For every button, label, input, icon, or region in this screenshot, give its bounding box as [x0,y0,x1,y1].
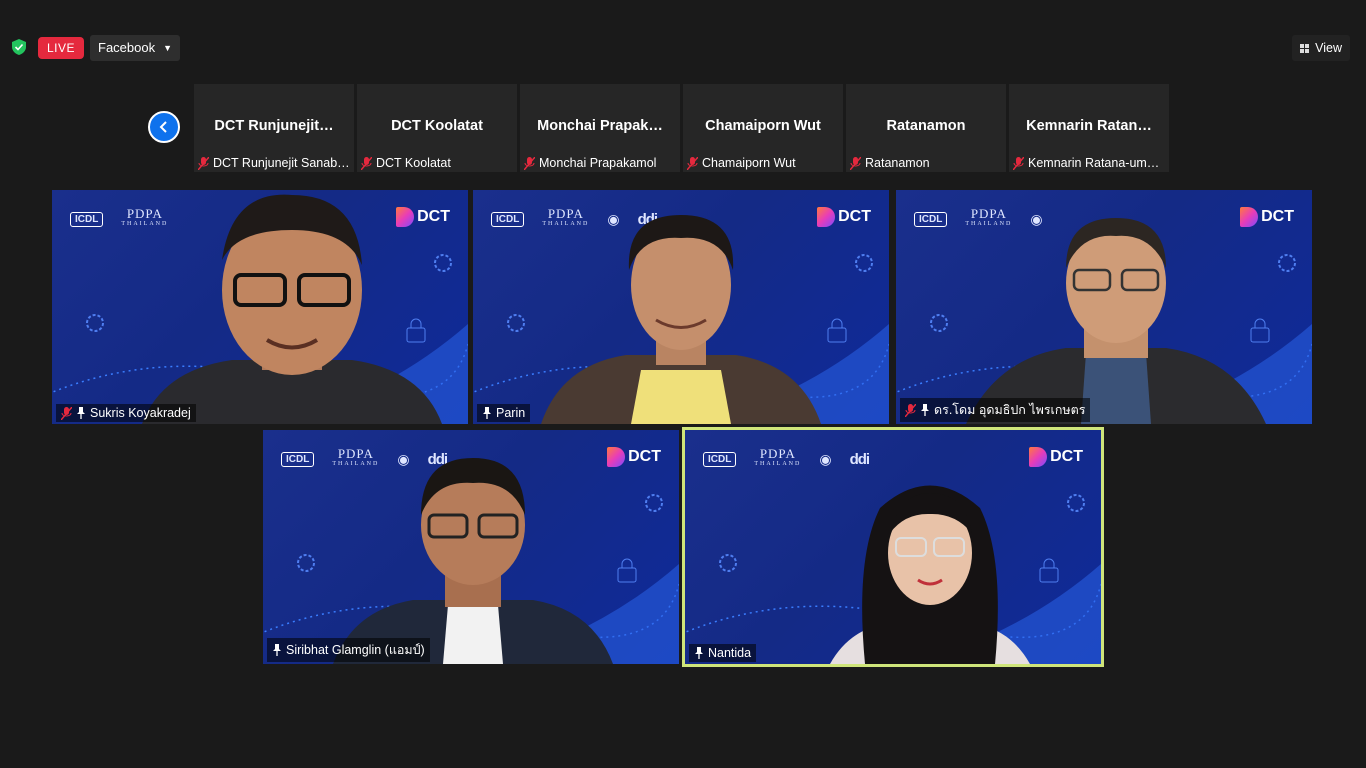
chevron-left-icon [159,121,167,133]
participant-name: ดร.โดม อุดมธิปก ไพรเกษตร [934,403,1086,417]
lock-icon [1039,558,1059,583]
pin-icon [483,407,491,419]
gear-icon [1278,254,1296,272]
participant-name: Chamaiporn Wut [705,118,821,134]
participant-name: Siribhat Glamglin (แอมป์) [286,643,425,657]
participant-thumbnail[interactable]: DCT Runjunejit… DCT Runjunejit Sanab… [194,84,354,172]
mic-muted-icon [905,403,916,417]
mic-muted-icon [198,156,209,170]
participant-name: Monchai Prapak… [537,118,663,134]
participant-footer-name: DCT Koolatat [376,156,451,170]
participant-thumbnail[interactable]: DCT Koolatat DCT Koolatat [357,84,517,172]
meeting-top-bar: LIVE Facebook ▼ View [0,0,1366,80]
icdl-logo: ICDL [703,451,737,467]
mic-muted-icon [687,156,698,170]
mic-muted-icon [524,156,535,170]
wifi-logo-icon: ◉ [819,450,832,467]
participant-name: Sukris Koyakradej [90,406,191,420]
participant-thumbnail[interactable]: Kemnarin Ratan… Kemnarin Ratana-um… [1009,84,1169,172]
participant-footer-name: Chamaiporn Wut [702,156,796,170]
pdpa-logo: PDPA THAILAND [754,446,802,467]
participant-thumbnail[interactable]: Monchai Prapak… Monchai Prapakamol [520,84,680,172]
gear-icon [507,314,525,332]
participant-footer: Chamaiporn Wut [687,156,796,170]
participant-footer: DCT Koolatat [361,156,451,170]
gear-icon [1067,494,1085,512]
participant-footer: Ratanamon [850,156,930,170]
dct-logo: DCT [607,447,661,467]
participant-name: DCT Koolatat [391,118,483,134]
mic-muted-icon [361,156,372,170]
video-tile[interactable]: ICDL PDPA THAILAND ◉ ddi DCT Parin [473,190,889,424]
stream-target-label: Facebook [98,40,156,55]
pin-icon [273,644,281,656]
participant-video [830,485,1030,664]
mic-muted-icon [1013,156,1024,170]
participant-footer-name: Kemnarin Ratana-um… [1028,156,1160,170]
participant-name: Parin [496,406,526,420]
mic-muted-icon [850,156,861,170]
participant-label: Parin [477,404,531,422]
pin-icon [921,404,929,416]
participant-name: Kemnarin Ratan… [1026,118,1152,134]
lock-icon [827,318,847,343]
video-tile[interactable]: ICDL PDPA THAILAND DCT Sukris Koyakradej [52,190,468,424]
gear-icon [297,554,315,572]
participant-video [966,218,1266,424]
participant-footer-name: DCT Runjunejit Sanab… [213,156,350,170]
video-tile[interactable]: ICDL PDPA THAILAND ◉ ddi DCT Siribhat Gla… [263,430,679,664]
grid-view-icon [1300,43,1310,53]
live-badge[interactable]: LIVE [38,37,84,59]
participant-name: DCT Runjunejit… [214,118,334,134]
participant-name: Nantida [708,646,752,660]
pin-icon [77,407,85,419]
video-tile[interactable]: ICDL PDPA THAILAND ◉ DCT ดร.โดม อุดมธิปก … [896,190,1312,424]
participant-footer-name: Ratanamon [865,156,930,170]
view-label: View [1315,41,1342,55]
participant-label: Siribhat Glamglin (แอมป์) [267,638,430,662]
participant-thumbnail[interactable]: Chamaiporn Wut Chamaiporn Wut [683,84,843,172]
stream-target-dropdown[interactable]: Facebook ▼ [90,35,181,61]
participant-footer: Monchai Prapakamol [524,156,656,170]
chevron-down-icon: ▼ [163,43,173,53]
view-button[interactable]: View [1292,35,1350,61]
participant-name: Ratanamon [886,118,966,134]
icdl-logo: ICDL [491,211,525,227]
gear-icon [86,314,104,332]
gear-icon [719,554,737,572]
gear-icon [930,314,948,332]
dct-logo: DCT [817,207,871,227]
participant-thumbnail[interactable]: Ratanamon Ratanamon [846,84,1006,172]
participant-label: ดร.โดม อุดมธิปก ไพรเกษตร [900,398,1091,422]
pin-icon [695,647,703,659]
icdl-logo: ICDL [914,211,948,227]
participant-label: Sukris Koyakradej [56,404,196,422]
gear-icon [855,254,873,272]
video-tile-active-speaker[interactable]: ICDL PDPA THAILAND ◉ ddi DCT Nantida [682,427,1104,667]
backdrop-logos: ICDL PDPA THAILAND ◉ ddi [703,446,870,470]
encryption-shield-icon[interactable] [12,39,26,55]
mic-muted-icon [61,406,72,420]
dct-logo: DCT [1029,447,1083,467]
icdl-logo: ICDL [70,211,104,227]
participant-video [333,458,613,664]
participant-footer: DCT Runjunejit Sanab… [198,156,350,170]
previous-page-button[interactable] [148,111,180,143]
lock-icon [617,558,637,583]
gear-icon [645,494,663,512]
participant-footer: Kemnarin Ratana-um… [1013,156,1159,170]
participant-video [142,194,442,424]
participant-label: Nantida [689,644,757,662]
icdl-logo: ICDL [281,451,315,467]
participant-footer-name: Monchai Prapakamol [539,156,657,170]
participant-video [541,215,821,424]
ddi-logo: ddi [849,450,870,468]
